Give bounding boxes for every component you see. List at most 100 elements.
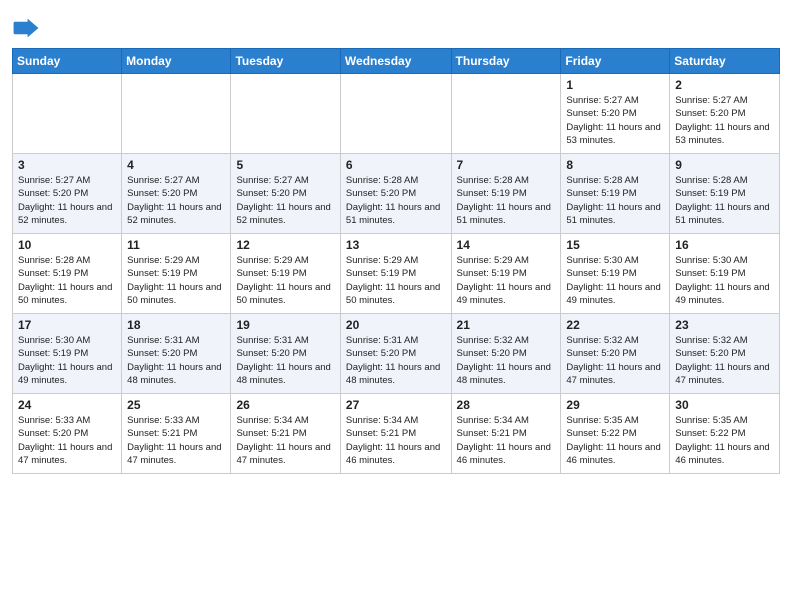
sunrise-label: Sunrise: 5:30 AM	[675, 255, 747, 266]
cell-info: Sunrise: 5:34 AMSunset: 5:21 PMDaylight:…	[346, 414, 446, 467]
calendar-cell: 27 Sunrise: 5:34 AMSunset: 5:21 PMDayligh…	[340, 394, 451, 474]
day-number: 9	[675, 158, 774, 172]
daylight-label: Daylight: 11 hours and 46 minutes.	[457, 442, 551, 466]
day-number: 1	[566, 78, 664, 92]
sunrise-label: Sunrise: 5:33 AM	[127, 415, 199, 426]
calendar-week-row: 24Sunrise: 5:33 AMSunset: 5:20 PMDayligh…	[13, 394, 780, 474]
daylight-label: Daylight: 11 hours and 50 minutes.	[236, 282, 330, 306]
day-number: 8	[566, 158, 664, 172]
sunset-label: Sunset: 5:20 PM	[346, 188, 416, 199]
calendar-cell: 1 Sunrise: 5:27 AMSunset: 5:20 PMDaylight…	[561, 74, 670, 154]
sunrise-label: Sunrise: 5:29 AM	[127, 255, 199, 266]
weekday-header-sunday: Sunday	[13, 49, 122, 74]
weekday-header-tuesday: Tuesday	[231, 49, 340, 74]
cell-info: Sunrise: 5:27 AMSunset: 5:20 PMDaylight:…	[127, 174, 225, 227]
daylight-label: Daylight: 11 hours and 51 minutes.	[566, 202, 660, 226]
daylight-label: Daylight: 11 hours and 53 minutes.	[566, 122, 660, 146]
calendar-cell: 30Sunrise: 5:35 AMSunset: 5:22 PMDayligh…	[670, 394, 780, 474]
sunrise-label: Sunrise: 5:28 AM	[346, 175, 418, 186]
cell-info: Sunrise: 5:30 AMSunset: 5:19 PMDaylight:…	[675, 254, 774, 307]
sunset-label: Sunset: 5:19 PM	[127, 268, 197, 279]
cell-info: Sunrise: 5:28 AMSunset: 5:19 PMDaylight:…	[675, 174, 774, 227]
sunrise-label: Sunrise: 5:35 AM	[566, 415, 638, 426]
cell-info: Sunrise: 5:28 AM Sunset: 5:20 PM Daylight:…	[346, 174, 446, 227]
sunset-label: Sunset: 5:20 PM	[236, 348, 306, 359]
cell-info: Sunrise: 5:33 AMSunset: 5:21 PMDaylight:…	[127, 414, 225, 467]
day-number: 15	[566, 238, 664, 252]
calendar-week-row: 1 Sunrise: 5:27 AMSunset: 5:20 PMDaylight…	[13, 74, 780, 154]
sunset-label: Sunset: 5:20 PM	[675, 348, 745, 359]
day-number: 29	[566, 398, 664, 412]
cell-info: Sunrise: 5:31 AMSunset: 5:20 PMDaylight:…	[127, 334, 225, 387]
day-number: 27	[346, 398, 446, 412]
day-number: 7	[457, 158, 556, 172]
sunset-label: Sunset: 5:20 PM	[236, 188, 306, 199]
sunrise-label: Sunrise: 5:34 AM	[236, 415, 308, 426]
calendar-cell: 3 Sunrise: 5:27 AMSunset: 5:20 PMDaylight…	[13, 154, 122, 234]
sunrise-label: Sunrise: 5:35 AM	[675, 415, 747, 426]
cell-info: Sunrise: 5:27 AMSunset: 5:20 PMDaylight:…	[236, 174, 334, 227]
cell-info: Sunrise: 5:27 AMSunset: 5:20 PMDaylight:…	[18, 174, 116, 227]
sunset-label: Sunset: 5:21 PM	[346, 428, 416, 439]
calendar-cell: 20Sunrise: 5:31 AMSunset: 5:20 PMDayligh…	[340, 314, 451, 394]
daylight-label: Daylight: 11 hours and 46 minutes.	[346, 442, 440, 466]
calendar-cell: 6Sunrise: 5:28 AMSunset: 5:20 PMDaylight…	[340, 154, 451, 234]
sunset-label: Sunset: 5:19 PM	[566, 268, 636, 279]
day-number: 20	[346, 318, 446, 332]
sunrise-label: Sunrise: 5:29 AM	[457, 255, 529, 266]
sunset-label: Sunset: 5:20 PM	[18, 188, 88, 199]
day-number: 4	[127, 158, 225, 172]
sunrise-label: Sunrise: 5:27 AM	[127, 175, 199, 186]
day-number: 18	[127, 318, 225, 332]
cell-info: Sunrise: 5:34 AMSunset: 5:21 PMDaylight:…	[457, 414, 556, 467]
daylight-label: Daylight: 11 hours and 47 minutes.	[566, 362, 660, 386]
daylight-label: Daylight: 11 hours and 50 minutes.	[127, 282, 221, 306]
sunrise-label: Sunrise: 5:29 AM	[236, 255, 308, 266]
sunset-label: Sunset: 5:20 PM	[127, 188, 197, 199]
logo	[12, 14, 44, 42]
daylight-label: Daylight: 11 hours and 50 minutes.	[18, 282, 112, 306]
day-number: 21	[457, 318, 556, 332]
cell-info: Sunrise: 5:29 AM Sunset: 5:19 PM Daylight:…	[127, 254, 225, 307]
sunset-label: Sunset: 5:20 PM	[566, 108, 636, 119]
daylight-label: Daylight: 11 hours and 50 minutes.	[346, 282, 440, 306]
calendar-cell: 2Sunrise: 5:27 AMSunset: 5:20 PMDaylight…	[670, 74, 780, 154]
weekday-header-wednesday: Wednesday	[340, 49, 451, 74]
sunrise-label: Sunrise: 5:34 AM	[457, 415, 529, 426]
cell-info: Sunrise: 5:32 AMSunset: 5:20 PMDaylight:…	[457, 334, 556, 387]
daylight-label: Daylight: 11 hours and 47 minutes.	[18, 442, 112, 466]
calendar-cell	[122, 74, 231, 154]
day-number: 14	[457, 238, 556, 252]
calendar-cell	[340, 74, 451, 154]
calendar-cell: 11Sunrise: 5:29 AMSunset: 5:19 PMDayligh…	[122, 234, 231, 314]
daylight-label: Daylight: 11 hours and 49 minutes.	[566, 282, 660, 306]
daylight-label: Daylight: 11 hours and 47 minutes.	[127, 442, 221, 466]
cell-info: Sunrise: 5:33 AMSunset: 5:20 PMDaylight:…	[18, 414, 116, 467]
daylight-label: Daylight: 11 hours and 49 minutes.	[18, 362, 112, 386]
cell-info: Sunrise: 5:28 AMSunset: 5:19 PMDaylight:…	[18, 254, 116, 307]
calendar-week-row: 3Sunrise: 5:27 AMSunset: 5:20 PMDaylight…	[13, 154, 780, 234]
sunrise-label: Sunrise: 5:28 AM	[18, 255, 90, 266]
sunrise-label: Sunrise: 5:27 AM	[236, 175, 308, 186]
calendar-cell: 9 Sunrise: 5:28 AMSunset: 5:19 PMDaylight…	[670, 154, 780, 234]
sunset-label: Sunset: 5:19 PM	[236, 268, 306, 279]
page: SundayMondayTuesdayWednesdayThursdayFrid…	[0, 0, 792, 484]
day-number: 13	[346, 238, 446, 252]
cell-info: Sunrise: 5:31 AMSunset: 5:20 PMDaylight:…	[236, 334, 334, 387]
cell-info: Sunrise: 5:27 AMSunset: 5:20 PMDaylight:…	[566, 94, 664, 147]
sunset-label: Sunset: 5:22 PM	[675, 428, 745, 439]
calendar-header-row: SundayMondayTuesdayWednesdayThursdayFrid…	[13, 49, 780, 74]
sunset-label: Sunset: 5:19 PM	[18, 348, 88, 359]
sunrise-label: Sunrise: 5:30 AM	[18, 335, 90, 346]
cell-info: Sunrise: 5:28 AMSunset: 5:19 PMDaylight:…	[566, 174, 664, 227]
cell-info: Sunrise: 5:34 AMSunset: 5:21 PMDaylight:…	[236, 414, 334, 467]
calendar-cell: 17Sunrise: 5:30 AMSunset: 5:19 PMDayligh…	[13, 314, 122, 394]
sunset-label: Sunset: 5:19 PM	[566, 188, 636, 199]
daylight-label: Daylight: 11 hours and 51 minutes.	[346, 202, 440, 226]
sunset-label: Sunset: 5:20 PM	[18, 428, 88, 439]
day-number: 3	[18, 158, 116, 172]
weekday-header-thursday: Thursday	[451, 49, 561, 74]
calendar-cell	[13, 74, 122, 154]
sunset-label: Sunset: 5:20 PM	[457, 348, 527, 359]
calendar-cell: 10Sunrise: 5:28 AMSunset: 5:19 PMDayligh…	[13, 234, 122, 314]
